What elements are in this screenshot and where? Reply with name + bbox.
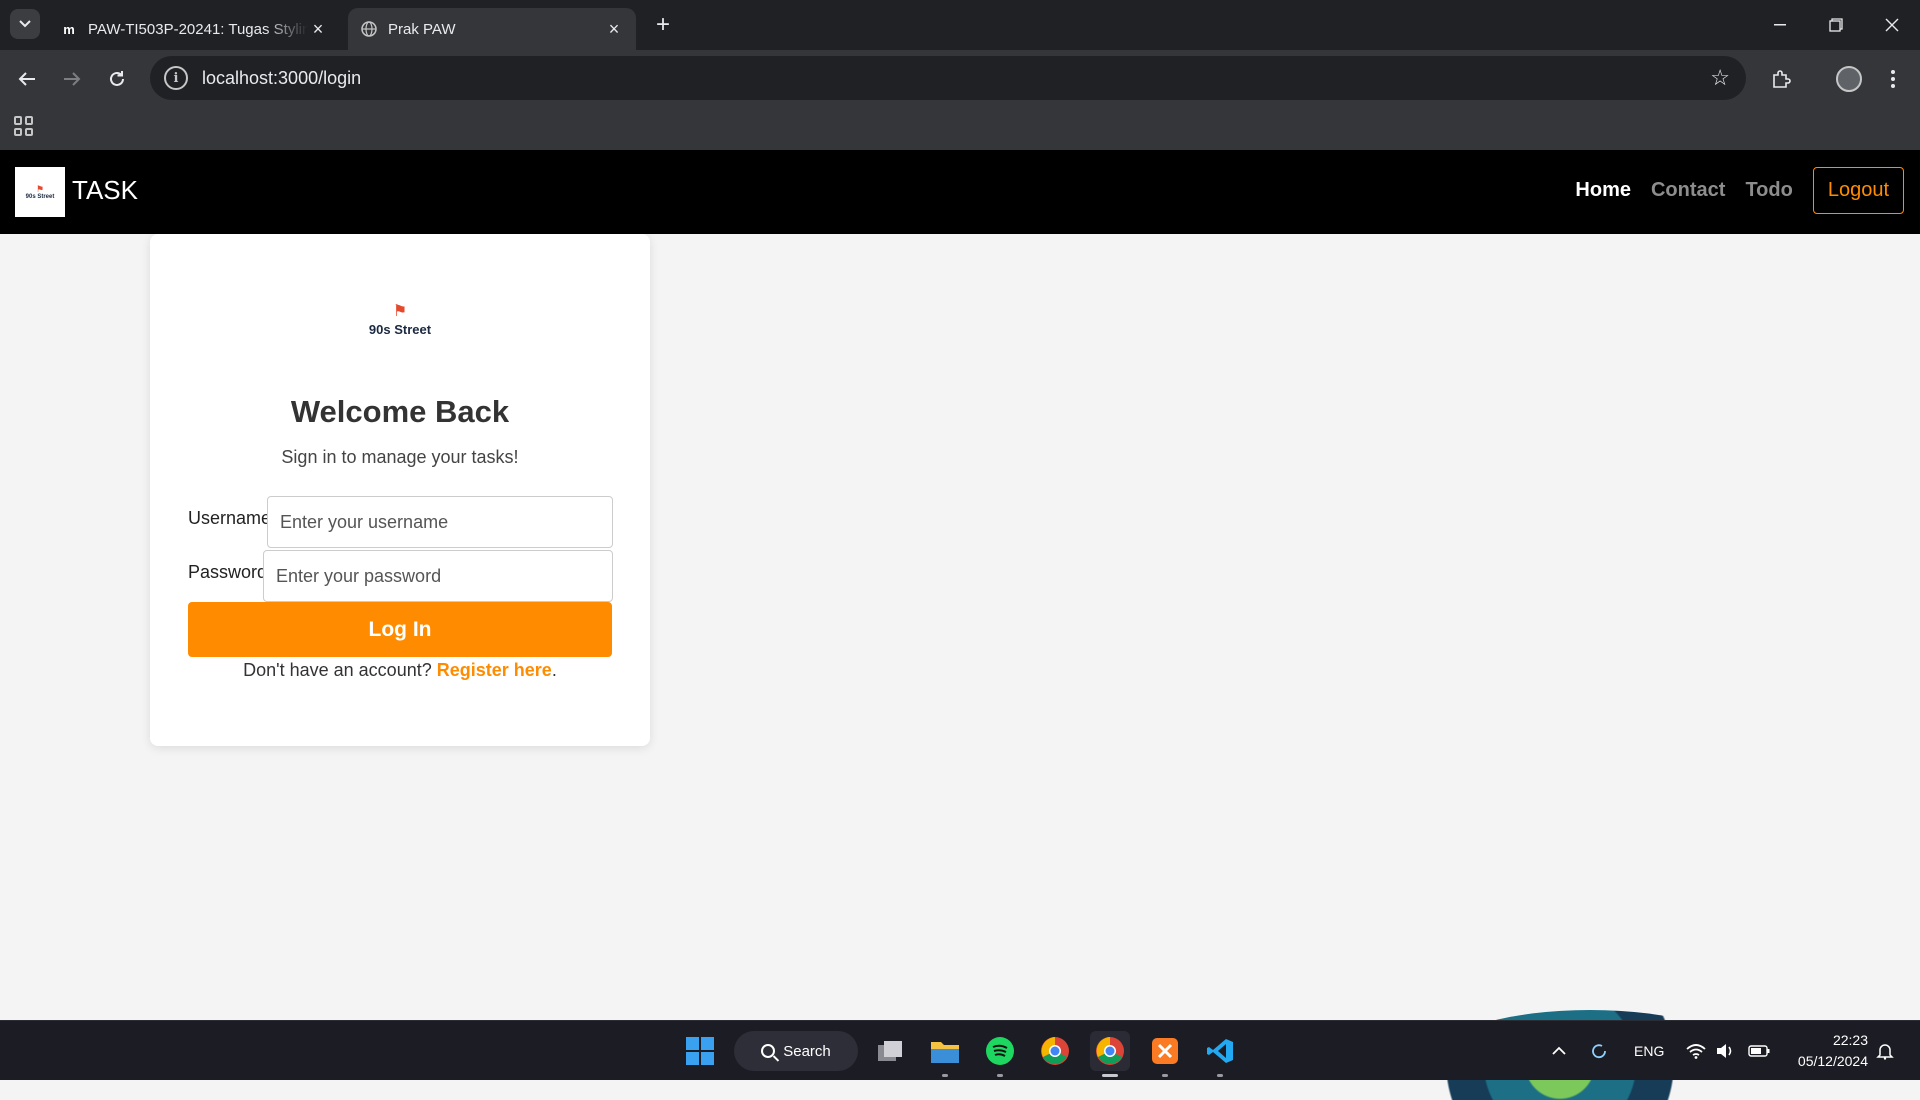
url-text[interactable]: localhost:3000/login	[202, 68, 1710, 89]
logout-button[interactable]: Logout	[1812, 167, 1904, 214]
apps-grid-icon[interactable]	[14, 116, 34, 136]
brand-logo[interactable]: ⚑ 90s Street	[15, 167, 65, 217]
xampp-icon[interactable]	[1145, 1031, 1185, 1077]
restore-icon[interactable]	[1808, 0, 1864, 50]
spotify-icon[interactable]	[980, 1031, 1020, 1077]
address-bar[interactable]: i localhost:3000/login ☆	[150, 56, 1746, 100]
tab-search-dropdown-icon[interactable]	[10, 9, 40, 39]
login-button[interactable]: Log In	[188, 602, 612, 657]
menu-kebab-icon[interactable]	[1876, 62, 1910, 96]
file-explorer-icon[interactable]	[925, 1031, 965, 1077]
tab-title: Prak PAW	[388, 20, 456, 38]
minimize-icon[interactable]	[1752, 0, 1808, 50]
language-indicator[interactable]: ENG	[1634, 1021, 1664, 1081]
site-navbar: ⚑ 90s Street TASK Home Contact Todo Logo…	[0, 150, 1920, 234]
nav-link-contact[interactable]: Contact	[1651, 179, 1725, 202]
window-controls	[1752, 0, 1920, 50]
username-label: Username	[188, 508, 272, 528]
battery-icon[interactable]	[1748, 1021, 1770, 1081]
back-arrow-icon[interactable]	[10, 62, 44, 96]
taskbar-search-label: Search	[783, 1042, 831, 1060]
chrome-profile-icon[interactable]	[1090, 1031, 1130, 1077]
browser-toolbar: i localhost:3000/login ☆	[0, 50, 1920, 108]
username-input[interactable]	[267, 496, 613, 548]
forward-arrow-icon[interactable]	[55, 62, 89, 96]
clock-date: 05/12/2024	[1797, 1053, 1868, 1069]
windows-start-icon[interactable]	[680, 1031, 720, 1071]
windows-taskbar: Search ENG 22:23 05/12/2024	[0, 1020, 1920, 1080]
reload-icon[interactable]	[100, 62, 134, 96]
login-logo-text: 90s Street	[368, 322, 432, 337]
search-icon	[761, 1044, 776, 1058]
password-label: Password	[188, 562, 268, 582]
extensions-icon[interactable]	[1764, 62, 1798, 96]
login-card: ⚑ 90s Street Welcome Back Sign in to man…	[150, 234, 650, 746]
bookmark-star-icon[interactable]: ☆	[1710, 65, 1730, 91]
volume-icon[interactable]	[1716, 1021, 1734, 1081]
new-tab-plus-icon[interactable]: +	[650, 11, 676, 38]
site-info-icon[interactable]: i	[164, 66, 188, 90]
nav-link-home[interactable]: Home	[1575, 179, 1631, 202]
browser-tabstrip: m PAW-TI503P-20241: Tugas Styling × Prak…	[0, 0, 1920, 50]
close-icon[interactable]: ×	[604, 19, 624, 39]
bookmarks-bar	[0, 108, 1920, 150]
m-logo-icon: m	[63, 21, 75, 37]
password-input[interactable]	[263, 550, 613, 602]
task-view-icon[interactable]	[870, 1031, 910, 1071]
notification-bell-icon[interactable]	[1876, 1021, 1894, 1081]
clock-time: 22:23	[1832, 1032, 1868, 1048]
vscode-icon[interactable]	[1200, 1031, 1240, 1077]
page-content: ⚑ 90s Street TASK Home Contact Todo Logo…	[0, 150, 1920, 1020]
system-clock[interactable]: 22:23 05/12/2024	[1798, 1030, 1868, 1072]
browser-tab-paw-styling[interactable]: m PAW-TI503P-20241: Tugas Styling ×	[48, 8, 340, 50]
browser-tab-prak-paw[interactable]: Prak PAW ×	[348, 8, 636, 50]
close-window-icon[interactable]	[1864, 0, 1920, 50]
chrome-icon[interactable]	[1035, 1031, 1075, 1071]
close-icon[interactable]: ×	[308, 19, 328, 39]
nav-links: Home Contact Todo Logout	[1575, 167, 1904, 214]
tray-overflow-icon[interactable]	[1552, 1021, 1566, 1081]
login-heading: Welcome Back	[290, 394, 510, 429]
nav-link-todo[interactable]: Todo	[1745, 179, 1792, 202]
register-suffix: .	[551, 660, 557, 680]
taskbar-search[interactable]: Search	[734, 1031, 858, 1071]
register-prompt: Don't have an account? Register here.	[150, 660, 650, 681]
flag-icon: ⚑	[392, 303, 408, 320]
tab-title: PAW-TI503P-20241: Tugas Styling	[88, 20, 308, 38]
globe-icon	[360, 20, 378, 38]
sync-icon[interactable]	[1590, 1021, 1608, 1081]
profile-avatar-icon[interactable]	[1832, 62, 1866, 96]
register-prompt-text: Don't have an account?	[243, 660, 432, 680]
wifi-icon[interactable]	[1686, 1021, 1706, 1081]
brand-name[interactable]: TASK	[72, 175, 138, 206]
login-subheading: Sign in to manage your tasks!	[281, 447, 519, 467]
flag-icon: ⚑	[35, 183, 45, 194]
brand-logo-text: 90s Street	[25, 193, 55, 200]
login-logo: ⚑ 90s Street	[150, 303, 650, 338]
register-link[interactable]: Register here	[437, 660, 552, 680]
